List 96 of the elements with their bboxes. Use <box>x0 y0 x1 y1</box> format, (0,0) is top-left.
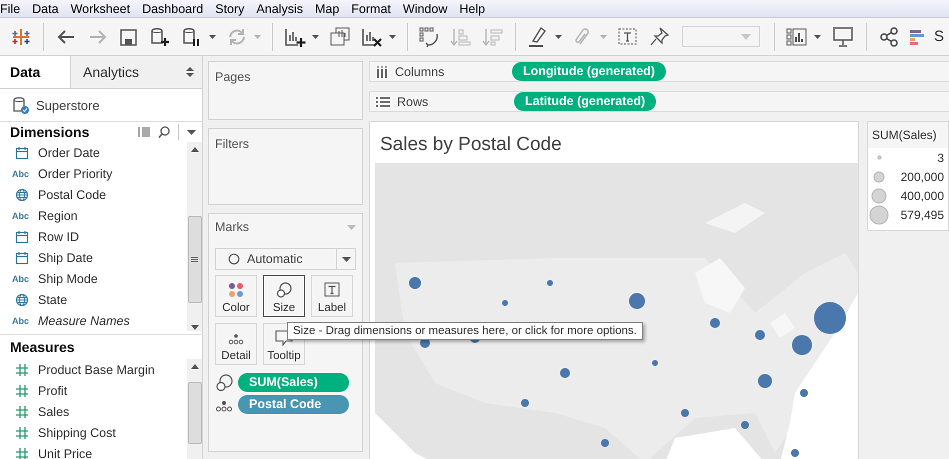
menu-item[interactable]: Analysis <box>256 2 311 16</box>
marks-button[interactable]: Color <box>215 275 257 317</box>
shelf-title: Pages <box>215 70 250 84</box>
search-icon[interactable] <box>158 126 170 138</box>
section-title: Measures <box>10 339 76 355</box>
caret-icon[interactable] <box>555 34 562 38</box>
caret-icon[interactable] <box>312 34 319 38</box>
menu-item[interactable]: Dashboard <box>142 2 212 16</box>
color-dots-icon <box>228 282 244 298</box>
dimension-field[interactable]: Row ID <box>38 230 79 244</box>
database-icon <box>12 96 30 114</box>
size-circle-icon <box>876 155 882 160</box>
marks-button[interactable]: Detail <box>215 323 257 365</box>
legend-label: 579,495 <box>900 208 944 222</box>
dimension-field[interactable]: Order Priority <box>38 166 112 180</box>
dimension-field[interactable]: Ship Mode <box>38 272 98 286</box>
share-icon[interactable] <box>878 26 900 48</box>
type-label: Abc <box>11 316 30 326</box>
caret-icon[interactable] <box>187 130 196 134</box>
dimension-field[interactable]: Postal Code <box>38 188 106 202</box>
measure-field[interactable]: Shipping Cost <box>38 426 116 440</box>
type-label: Abc <box>11 274 30 284</box>
scroll-up-icon[interactable] <box>190 147 198 152</box>
swap-icon[interactable] <box>418 26 440 48</box>
menu-item[interactable]: Map <box>314 2 348 16</box>
shelf-title: Marks <box>215 220 250 234</box>
measure-field[interactable]: Profit <box>38 384 68 398</box>
text-label-icon <box>324 282 340 298</box>
menu-item[interactable]: File <box>0 2 28 16</box>
type-label: Abc <box>11 210 30 220</box>
caret-icon[interactable] <box>208 34 216 38</box>
list-view-icon[interactable] <box>138 127 150 137</box>
legend-label: 200,000 <box>900 170 944 184</box>
datasource-name[interactable]: Superstore <box>36 98 100 112</box>
measure-field[interactable]: Sales <box>38 404 70 418</box>
dimension-field[interactable]: Measure Names <box>38 314 130 328</box>
size-circles-icon <box>215 374 233 392</box>
menu-item[interactable]: Help <box>459 2 494 16</box>
calendar-icon <box>15 230 29 244</box>
caret-icon[interactable] <box>388 34 396 38</box>
legend-label: 400,000 <box>900 188 944 202</box>
menu-item[interactable]: Worksheet <box>70 2 138 16</box>
calendar-icon <box>15 146 29 160</box>
view-title: Sales by Postal Code <box>379 134 563 156</box>
measure-field[interactable]: Product Base Margin <box>38 362 155 376</box>
size-circle-icon <box>871 188 887 204</box>
globe-icon <box>15 292 29 306</box>
story-icon[interactable] <box>910 28 926 44</box>
size-circle-icon <box>873 170 885 182</box>
menu-item[interactable]: Format <box>351 2 399 16</box>
globe-icon <box>15 188 29 202</box>
panel-tab[interactable]: Analytics <box>70 56 186 88</box>
calendar-icon <box>15 250 29 264</box>
menu-item[interactable]: Window <box>402 2 456 16</box>
legend-label: 3 <box>937 150 944 164</box>
presentation-icon[interactable] <box>831 26 856 48</box>
legend-title: SUM(Sales) <box>868 122 948 148</box>
caret-icon <box>741 34 752 40</box>
marks-button[interactable]: Label <box>311 275 353 317</box>
dimension-field[interactable]: State <box>38 292 68 306</box>
measure-field[interactable]: Unit Price <box>38 446 92 459</box>
dimension-field[interactable]: Region <box>38 208 78 222</box>
hash-icon <box>15 446 29 459</box>
pages-shelf[interactable]: Pages <box>208 61 363 120</box>
tooltip: Size - Drag dimensions or measures here, or click for more options. <box>287 322 643 340</box>
dimension-field[interactable]: Ship Date <box>38 250 93 264</box>
size-circles-icon <box>276 282 292 298</box>
pin-icon[interactable] <box>649 26 672 48</box>
type-label: Abc <box>11 168 30 178</box>
hash-icon <box>15 426 29 440</box>
marks-button[interactable]: Size <box>263 275 305 317</box>
panel-tab[interactable]: Data <box>0 56 70 88</box>
mark-type-dropdown[interactable]: Automatic <box>215 248 356 270</box>
sort-arrows-icon[interactable] <box>186 67 194 77</box>
shelf-title: Filters <box>215 137 250 151</box>
menu-item[interactable]: Story <box>215 2 252 16</box>
textbox-icon[interactable] <box>617 26 640 48</box>
filters-shelf[interactable]: Filters <box>208 128 363 205</box>
hash-icon <box>15 362 29 376</box>
menu-item[interactable]: Data <box>32 2 67 16</box>
hash-icon <box>15 404 29 418</box>
section-title: Dimensions <box>10 124 90 140</box>
dimension-field[interactable]: Order Date <box>38 146 100 160</box>
caret-icon[interactable] <box>814 34 822 38</box>
scroll-down-icon[interactable] <box>190 325 198 330</box>
duplicate-chart-icon[interactable] <box>328 26 351 48</box>
scroll-up-icon[interactable] <box>190 364 198 369</box>
toolbar-label[interactable]: S <box>934 28 944 45</box>
show-me-icon[interactable] <box>786 26 808 48</box>
save-icon[interactable] <box>118 26 139 46</box>
grip-icon[interactable] <box>191 257 198 262</box>
add-database-icon[interactable] <box>148 26 171 48</box>
hash-icon <box>15 384 29 398</box>
scrollbar[interactable] <box>187 142 202 331</box>
circle-icon <box>228 253 240 265</box>
caret-icon <box>342 256 350 262</box>
